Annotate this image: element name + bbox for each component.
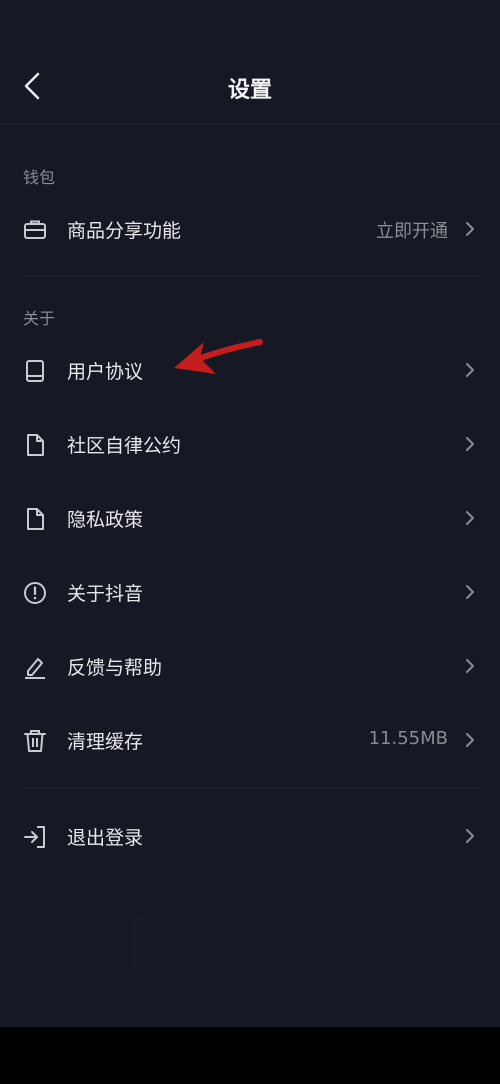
- row-value: 立即开通: [376, 221, 448, 242]
- row-community-convention[interactable]: 社区自律公约: [0, 414, 500, 474]
- page-title: 设置: [227, 78, 272, 103]
- chevron-right-icon: [466, 659, 474, 673]
- row-product-share[interactable]: 商品分享功能 立即开通: [0, 199, 500, 259]
- chevron-right-icon: [466, 829, 474, 843]
- faded-panel: [135, 915, 375, 977]
- row-privacy-policy[interactable]: 隐私政策: [0, 488, 500, 548]
- row-label: 社区自律公约: [67, 435, 182, 457]
- chevron-right-icon: [466, 585, 474, 599]
- section-label-wallet: 钱包: [23, 168, 56, 187]
- chevron-right-icon: [466, 363, 474, 377]
- row-logout[interactable]: 退出登录: [0, 806, 500, 866]
- section-divider: [23, 787, 478, 788]
- settings-screen: 设置 钱包 商品分享功能 立即开通 关于 用户协议 社区自律公约 隐私政策 关于…: [0, 0, 500, 1027]
- row-label: 商品分享功能: [67, 220, 182, 242]
- chevron-right-icon: [466, 733, 474, 747]
- row-clear-cache[interactable]: 清理缓存 11.55MB: [0, 710, 500, 770]
- book-icon: [22, 358, 48, 384]
- chevron-right-icon: [466, 511, 474, 525]
- row-feedback-help[interactable]: 反馈与帮助: [0, 636, 500, 696]
- briefcase-icon: [22, 217, 48, 243]
- trash-icon: [22, 728, 48, 754]
- row-label: 关于抖音: [67, 583, 144, 605]
- document-icon: [22, 432, 48, 458]
- document-icon: [22, 506, 48, 532]
- info-icon: [22, 580, 48, 606]
- row-label: 隐私政策: [67, 509, 144, 531]
- system-bottom-bar: [0, 1027, 500, 1084]
- nav-divider: [0, 124, 500, 125]
- logout-icon: [22, 824, 48, 850]
- row-label: 退出登录: [67, 827, 144, 849]
- row-label: 清理缓存: [67, 731, 144, 753]
- nav-bar: 设置: [0, 50, 500, 122]
- row-about-app[interactable]: 关于抖音: [0, 562, 500, 622]
- row-label: 反馈与帮助: [67, 657, 163, 679]
- section-label-about: 关于: [23, 309, 56, 328]
- section-divider: [23, 276, 478, 277]
- chevron-right-icon: [466, 222, 474, 236]
- chevron-right-icon: [466, 437, 474, 451]
- cache-size-value: 11.55MB: [368, 728, 448, 749]
- annotation-arrow-icon: [174, 339, 263, 374]
- edit-icon: [22, 654, 48, 680]
- row-label: 用户协议: [67, 361, 144, 383]
